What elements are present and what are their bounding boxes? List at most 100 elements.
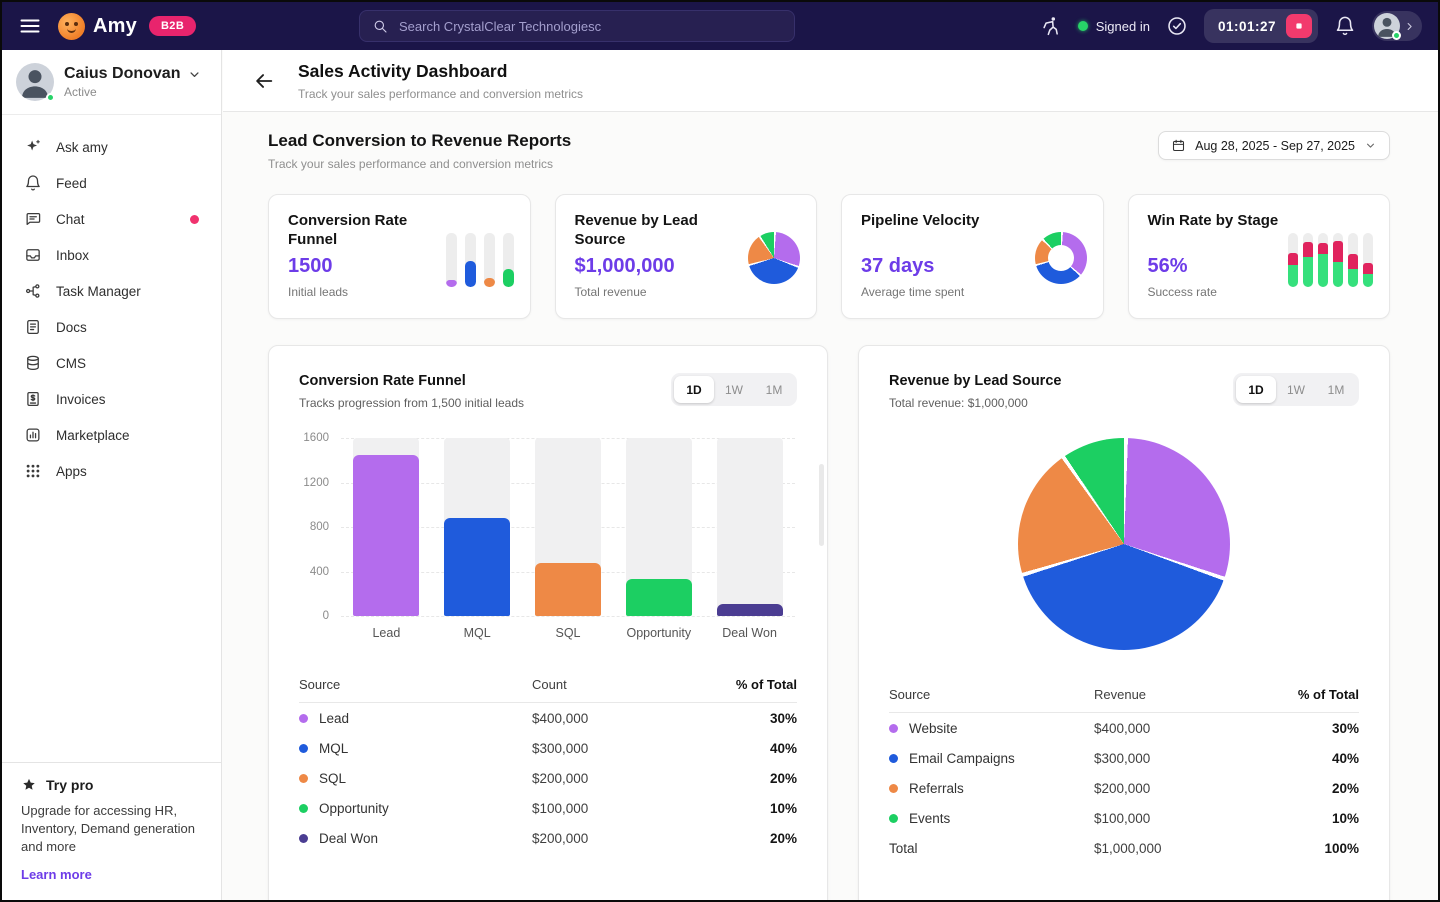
row-dot: [889, 784, 898, 793]
row-value: $200,000: [532, 771, 717, 786]
x-axis-label: SQL: [523, 626, 614, 640]
row-pct: 30%: [1279, 721, 1359, 736]
kpi-value: $1,000,000: [575, 255, 707, 278]
nodes-icon: [24, 282, 42, 300]
user-menu[interactable]: [1372, 11, 1422, 41]
panel-title: Conversion Rate Funnel: [299, 373, 524, 389]
sidebar-item-chat[interactable]: Chat: [2, 201, 221, 237]
funnel-bar-chart: 040080012001600: [299, 438, 797, 616]
grid-line: [341, 616, 795, 617]
range-option-1w[interactable]: 1W: [1276, 376, 1316, 403]
kpi-mini-chart: [1001, 211, 1087, 304]
panel-subtitle: Total revenue: $1,000,000: [889, 396, 1061, 410]
row-value: $100,000: [1094, 811, 1279, 826]
verified-check-icon[interactable]: [1166, 15, 1188, 37]
x-axis-label: Opportunity: [613, 626, 704, 640]
calendar-icon: [1171, 138, 1186, 153]
funnel-panel: Conversion Rate Funnel Tracks progressio…: [268, 345, 828, 900]
bar-lead: [353, 455, 419, 616]
section-title: Lead Conversion to Revenue Reports: [268, 131, 571, 151]
range-option-1d[interactable]: 1D: [674, 376, 714, 403]
stretch-icon[interactable]: [1040, 15, 1062, 37]
table-row: Events$100,00010%: [889, 803, 1359, 833]
sidebar-item-label: Apps: [56, 464, 87, 479]
row-label: MQL: [319, 741, 348, 756]
table-row: MQL$300,00040%: [299, 733, 797, 763]
back-button[interactable]: [253, 70, 275, 92]
bar-deal-won: [717, 604, 783, 616]
row-dot: [889, 724, 898, 733]
sidebar-item-label: Docs: [56, 320, 87, 335]
row-label: Opportunity: [319, 801, 389, 816]
chevron-down-icon: [187, 67, 202, 82]
signed-in-status: Signed in: [1078, 19, 1150, 34]
kpi-value: 56%: [1148, 255, 1280, 278]
bar-mql: [444, 518, 510, 616]
sidebar-item-invoices[interactable]: Invoices: [2, 381, 221, 417]
row-label: SQL: [319, 771, 346, 786]
range-option-1m[interactable]: 1M: [1316, 376, 1356, 403]
amy-logo: [58, 13, 85, 40]
row-dot: [299, 774, 308, 783]
bell-icon[interactable]: [1334, 15, 1356, 37]
sidebar-item-ask-amy[interactable]: Ask amy: [2, 129, 221, 165]
user-status-dot: [46, 93, 55, 102]
table-row: Website$400,00030%: [889, 713, 1359, 743]
row-value: $1,000,000: [1094, 841, 1279, 856]
stop-icon: [1292, 18, 1306, 34]
b2b-badge: B2B: [149, 16, 196, 36]
global-search[interactable]: [359, 10, 795, 42]
kpi-caption: Initial leads: [288, 285, 420, 299]
y-axis-label: 1200: [303, 477, 329, 489]
bar-sql: [535, 563, 601, 616]
date-range-button[interactable]: Aug 28, 2025 - Sep 27, 2025: [1158, 131, 1390, 160]
sidebar-item-apps[interactable]: Apps: [2, 453, 221, 489]
table-row: SQL $200,00020%: [299, 763, 797, 793]
chat-unread-dot: [190, 215, 199, 224]
sidebar-item-feed[interactable]: Feed: [2, 165, 221, 201]
invoice-icon: [24, 390, 42, 408]
stop-timer-button[interactable]: [1286, 14, 1312, 38]
sidebar-item-docs[interactable]: Docs: [2, 309, 221, 345]
brand-name: Amy: [93, 15, 137, 38]
range-option-1d[interactable]: 1D: [1236, 376, 1276, 403]
row-dot: [889, 814, 898, 823]
grid-icon: [24, 462, 42, 480]
kpi-value: 1500: [288, 255, 420, 278]
user-card[interactable]: Caius Donovan Active: [2, 50, 221, 115]
kpi-caption: Success rate: [1148, 285, 1280, 299]
panel-subtitle: Tracks progression from 1,500 initial le…: [299, 396, 524, 410]
row-pct: 20%: [717, 771, 797, 786]
table-header-cell: % of Total: [1279, 687, 1359, 702]
sidebar-item-cms[interactable]: CMS: [2, 345, 221, 381]
kpi-title: Pipeline Velocity: [861, 211, 993, 249]
row-value: $100,000: [532, 801, 717, 816]
promo-body: Upgrade for accessing HR, Inventory, Dem…: [21, 802, 202, 856]
kpi-caption: Total revenue: [575, 285, 707, 299]
sidebar-item-task-manager[interactable]: Task Manager: [2, 273, 221, 309]
main-area: Sales Activity Dashboard Track your sale…: [223, 50, 1438, 900]
scrollbar-thumb[interactable]: [819, 464, 824, 546]
promo-card: Try pro Upgrade for accessing HR, Invent…: [2, 762, 221, 900]
kpi-mini-chart: [714, 211, 800, 304]
sidebar-item-label: Invoices: [56, 392, 106, 407]
row-value: $200,000: [532, 831, 717, 846]
kpi-caption: Average time spent: [861, 285, 993, 299]
y-axis-label: 800: [310, 521, 329, 533]
page-subtitle: Track your sales performance and convers…: [298, 87, 583, 101]
page-header: Sales Activity Dashboard Track your sale…: [223, 50, 1438, 112]
hamburger-icon[interactable]: [18, 14, 42, 38]
sidebar-item-marketplace[interactable]: Marketplace: [2, 417, 221, 453]
row-dot: [299, 744, 308, 753]
sidebar-item-inbox[interactable]: Inbox: [2, 237, 221, 273]
row-value: $300,000: [1094, 751, 1279, 766]
range-option-1m[interactable]: 1M: [754, 376, 794, 403]
search-input[interactable]: [397, 18, 782, 35]
kpi-title: Revenue by Lead Source: [575, 211, 707, 249]
learn-more-link[interactable]: Learn more: [21, 867, 92, 882]
range-option-1w[interactable]: 1W: [714, 376, 754, 403]
row-dot: [299, 834, 308, 843]
row-label: Total: [889, 841, 918, 856]
topbar: Amy B2B Signed in 01:01:27: [2, 2, 1438, 50]
session-timer: 01:01:27: [1204, 9, 1318, 43]
